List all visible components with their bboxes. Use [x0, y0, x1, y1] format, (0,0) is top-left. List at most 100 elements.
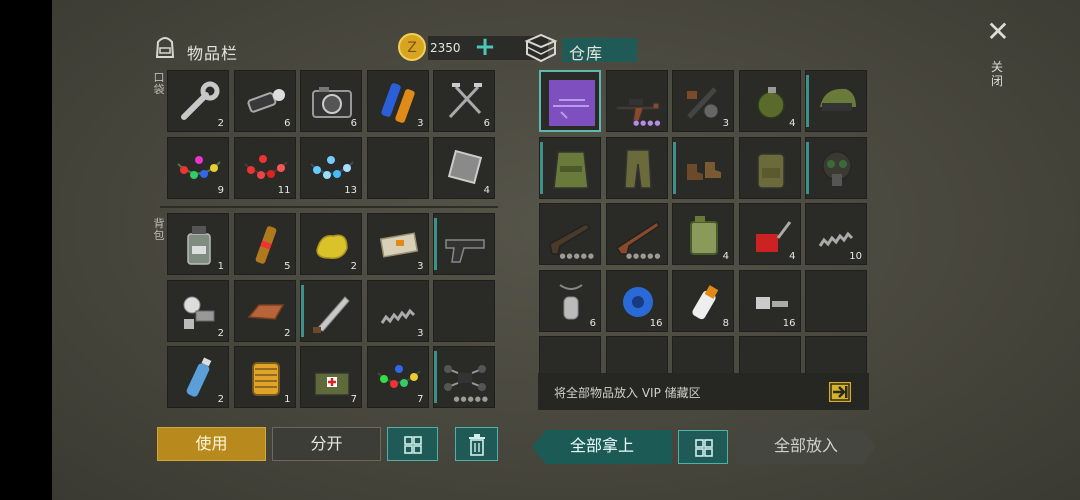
take-all-button[interactable]: 全部拿上 — [532, 430, 672, 464]
pocket-slot[interactable]: 6 — [300, 70, 362, 132]
pocket-slot[interactable]: 6 — [233, 70, 296, 132]
storage-title: 仓库 — [569, 44, 604, 63]
storage-slot[interactable]: 3 — [672, 70, 734, 132]
storage-slot[interactable] — [805, 70, 867, 132]
storage-slot[interactable]: ●●●●● — [539, 203, 601, 265]
pocket-slot[interactable]: 13 — [300, 136, 362, 199]
enter-vip-icon[interactable] — [828, 381, 852, 403]
item-count: 1 — [284, 394, 291, 405]
trash-button[interactable] — [455, 427, 498, 461]
pocket-slot[interactable]: 6 — [433, 70, 495, 132]
item-count: 4 — [483, 184, 490, 196]
backpack-slot[interactable] — [433, 279, 495, 342]
item-count: 6 — [284, 118, 291, 129]
dog-tags-icon — [559, 283, 583, 319]
game-screen: 物品栏 Z 2350 + 仓库 ✕ 关闭 口袋 背包 2 6 6 3 6 9 11 13 4 1… — [52, 0, 1080, 500]
quality-bar — [434, 218, 437, 270]
item-count: 1 — [217, 261, 224, 272]
backpack-icon — [155, 37, 175, 58]
backpack-slot[interactable]: 2 — [167, 346, 229, 408]
durability-dots: ●●●●● — [625, 252, 662, 260]
storage-box-icon — [524, 33, 558, 63]
durability-dots: ●●●● — [633, 119, 662, 127]
backpack-slot[interactable]: 7 — [300, 346, 362, 408]
split-button[interactable]: 分开 — [272, 427, 381, 461]
storage-slot[interactable] — [539, 70, 601, 132]
item-count: 5 — [284, 261, 291, 272]
backpack-slot[interactable]: 5 — [233, 213, 296, 275]
add-coins-button[interactable]: + — [472, 34, 498, 60]
item-count: 4 — [789, 118, 796, 129]
backpack-slot[interactable] — [433, 213, 495, 275]
svg-text:Z: Z — [407, 40, 417, 56]
storage-slot[interactable]: 8 — [672, 269, 734, 332]
storage-slot[interactable]: 4 — [738, 203, 801, 265]
trash-icon — [469, 434, 485, 456]
filter-icon — [251, 362, 280, 396]
backpack-slot[interactable]: 7 — [366, 346, 429, 408]
pocket-slot[interactable]: 2 — [167, 70, 229, 132]
storage-slot[interactable]: 10 — [805, 203, 867, 265]
storage-slot[interactable]: 6 — [539, 269, 601, 332]
pocket-slot[interactable]: 3 — [366, 70, 429, 132]
backpack-slot[interactable]: 2 — [233, 279, 296, 342]
backpack-slot[interactable]: 3 — [366, 213, 429, 275]
storage-sort-button[interactable] — [678, 430, 728, 464]
item-count: 2 — [217, 394, 224, 405]
quality-bar — [434, 351, 437, 403]
pocket-slot[interactable]: 11 — [233, 136, 296, 199]
metal-plate-icon — [447, 149, 483, 184]
grid-icon — [404, 436, 422, 454]
storage-slot[interactable] — [539, 136, 601, 199]
storage-slot[interactable] — [805, 136, 867, 199]
storage-slot[interactable] — [805, 336, 867, 376]
close-icon[interactable]: ✕ — [986, 18, 1010, 46]
item-count: 13 — [344, 184, 357, 196]
storage-slot[interactable]: 16 — [605, 269, 668, 332]
medkit-bag-icon — [314, 372, 350, 396]
backpack-slot[interactable] — [300, 279, 362, 342]
backpack-slot[interactable]: 1 — [233, 346, 296, 408]
pocket-slot[interactable]: 4 — [433, 136, 495, 199]
pistol-icon — [445, 239, 485, 263]
copper-ingot-icon — [246, 303, 284, 320]
backpack-slot[interactable]: 2 — [167, 279, 229, 342]
item-count: 3 — [417, 327, 424, 339]
storage-slot[interactable] — [539, 336, 601, 376]
storage-slot[interactable] — [738, 336, 801, 376]
put-all-button[interactable]: 全部放入 — [736, 430, 876, 464]
backpack-slot[interactable]: 2 — [300, 213, 362, 275]
backpack-icon — [756, 152, 785, 189]
storage-slot[interactable] — [605, 336, 668, 376]
storage-slot[interactable]: 4 — [672, 203, 734, 265]
storage-slot[interactable]: 16 — [738, 269, 801, 332]
storage-slot[interactable] — [672, 336, 734, 376]
storage-slot[interactable] — [805, 269, 867, 332]
item-count: 2 — [350, 261, 357, 272]
backpack-slot[interactable]: 3 — [366, 279, 429, 342]
item-count: 3 — [417, 118, 424, 129]
backpack-slot[interactable]: ●●●●● — [433, 346, 495, 408]
use-button[interactable]: 使用 — [157, 427, 266, 461]
storage-slot[interactable] — [738, 136, 801, 199]
christmas-lights-green-icon — [376, 365, 421, 388]
pocket-slot[interactable]: 9 — [167, 136, 229, 199]
vip-bar[interactable]: 将全部物品放入 VIP 储藏区 — [538, 373, 869, 410]
item-count: 4 — [789, 251, 796, 262]
item-count: 3 — [722, 118, 729, 129]
close-label[interactable]: 关闭 — [990, 60, 1004, 88]
storage-slot[interactable] — [672, 136, 734, 199]
boots-icon — [687, 161, 721, 180]
item-count: 2 — [217, 118, 224, 129]
storage-slot[interactable]: 4 — [738, 70, 801, 132]
glue-icon — [692, 284, 719, 319]
backpack-slot[interactable]: 1 — [167, 213, 229, 275]
machete-icon — [313, 295, 350, 333]
storage-slot[interactable]: ●●●●● — [605, 203, 668, 265]
pocket-slot[interactable] — [366, 136, 429, 199]
grenade-icon — [756, 87, 785, 119]
sort-grid-button[interactable] — [387, 427, 438, 461]
storage-slot[interactable] — [605, 136, 668, 199]
gas-mask-icon — [822, 151, 852, 186]
storage-slot[interactable]: ●●●● — [605, 70, 668, 132]
